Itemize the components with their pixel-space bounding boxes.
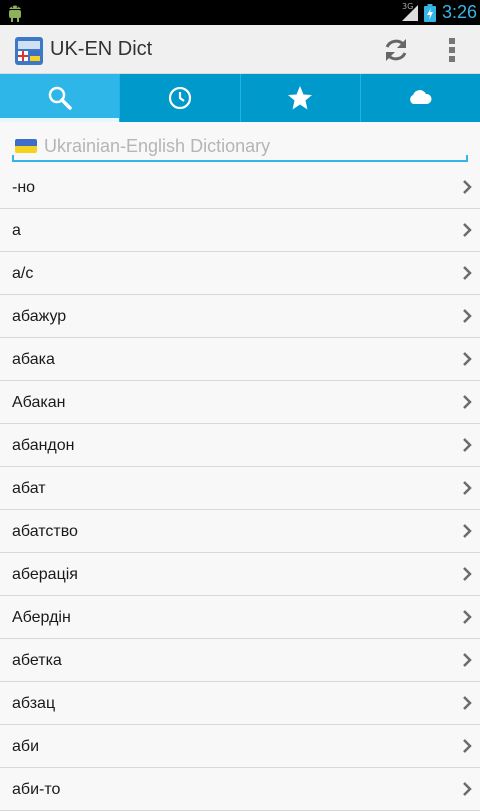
list-item[interactable]: абака <box>0 338 480 381</box>
tab-search[interactable] <box>0 74 120 122</box>
chevron-right-icon <box>463 696 472 710</box>
favorites-star-icon <box>288 86 313 110</box>
list-item[interactable]: абзац <box>0 682 480 725</box>
word-label: абатство <box>12 523 78 540</box>
chevron-right-icon <box>463 782 472 796</box>
word-label: абажур <box>12 308 67 325</box>
tab-cloud[interactable] <box>359 74 480 122</box>
history-clock-icon <box>168 86 191 110</box>
list-item[interactable]: абажур <box>0 295 480 338</box>
search-box <box>12 134 468 162</box>
word-label: абзац <box>12 695 56 712</box>
word-label: а <box>12 222 21 239</box>
chevron-right-icon <box>463 223 472 237</box>
list-item[interactable]: аби-то <box>0 768 480 811</box>
cloud-icon <box>410 90 432 104</box>
word-label: аби <box>12 738 39 755</box>
word-label: абака <box>12 351 55 368</box>
word-label: -но <box>12 179 36 196</box>
tab-favorites[interactable] <box>239 74 360 122</box>
word-label: аби-то <box>12 781 61 798</box>
network-type: 3G <box>402 2 414 11</box>
action-bar: UK-EN Dict <box>0 25 480 74</box>
list-item[interactable]: -но <box>0 166 480 209</box>
chevron-right-icon <box>463 739 472 753</box>
signal-icon: 3G <box>398 2 420 22</box>
word-label: Абердін <box>12 609 71 626</box>
word-label: абетка <box>12 652 62 669</box>
list-item[interactable]: а <box>0 209 480 252</box>
chevron-right-icon <box>463 309 472 323</box>
search-input[interactable] <box>44 134 464 158</box>
search-icon <box>48 86 72 110</box>
battery-charging-icon <box>424 4 436 22</box>
list-item[interactable]: Абердін <box>0 596 480 639</box>
tab-history[interactable] <box>119 74 239 122</box>
chevron-right-icon <box>463 567 472 581</box>
chevron-right-icon <box>463 180 472 194</box>
word-label: Абакан <box>12 394 66 411</box>
list-item[interactable]: аби <box>0 725 480 768</box>
clock: 3:26 <box>442 2 478 22</box>
word-label: аберація <box>12 566 78 583</box>
chevron-right-icon <box>463 395 472 409</box>
word-label: абат <box>12 480 46 497</box>
list-item[interactable]: абат <box>0 467 480 510</box>
search-underline <box>12 155 468 162</box>
word-label: абандон <box>12 437 75 454</box>
overflow-menu-icon[interactable] <box>440 37 464 63</box>
list-item[interactable]: абатство <box>0 510 480 553</box>
tab-bar <box>0 74 480 122</box>
chevron-right-icon <box>463 524 472 538</box>
chevron-right-icon <box>463 438 472 452</box>
list-item[interactable]: а/с <box>0 252 480 295</box>
chevron-right-icon <box>463 610 472 624</box>
chevron-right-icon <box>463 481 472 495</box>
list-item[interactable]: Абакан <box>0 381 480 424</box>
word-label: а/с <box>12 265 34 282</box>
chevron-right-icon <box>463 266 472 280</box>
status-bar: 3G 3:26 <box>0 0 480 25</box>
chevron-right-icon <box>463 653 472 667</box>
list-item[interactable]: абетка <box>0 639 480 682</box>
sync-icon[interactable] <box>382 36 410 64</box>
chevron-right-icon <box>463 352 472 366</box>
android-notification-icon <box>9 5 21 22</box>
word-list: -но а а/с абажур абака Абакан абандон абат абатс… <box>0 166 480 811</box>
list-item[interactable]: абандон <box>0 424 480 467</box>
ukrainian-flag-icon <box>15 139 37 153</box>
dictionary-app-icon[interactable] <box>15 37 43 65</box>
app-title: UK-EN Dict <box>50 38 153 60</box>
list-item[interactable]: аберація <box>0 553 480 596</box>
